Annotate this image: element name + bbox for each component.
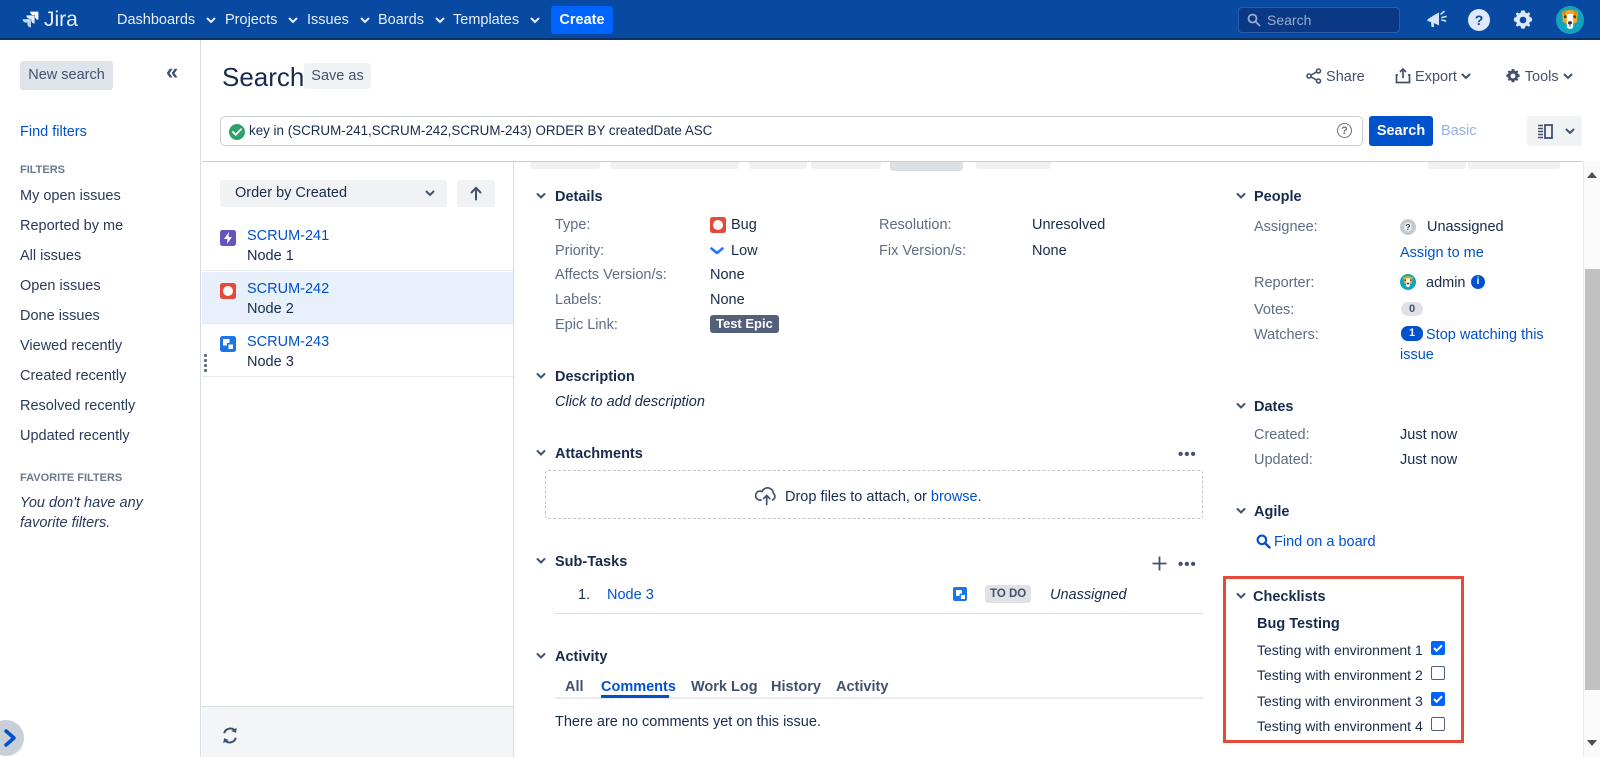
svg-text:?: ? xyxy=(1475,12,1484,28)
svg-text:?: ? xyxy=(1405,222,1410,232)
